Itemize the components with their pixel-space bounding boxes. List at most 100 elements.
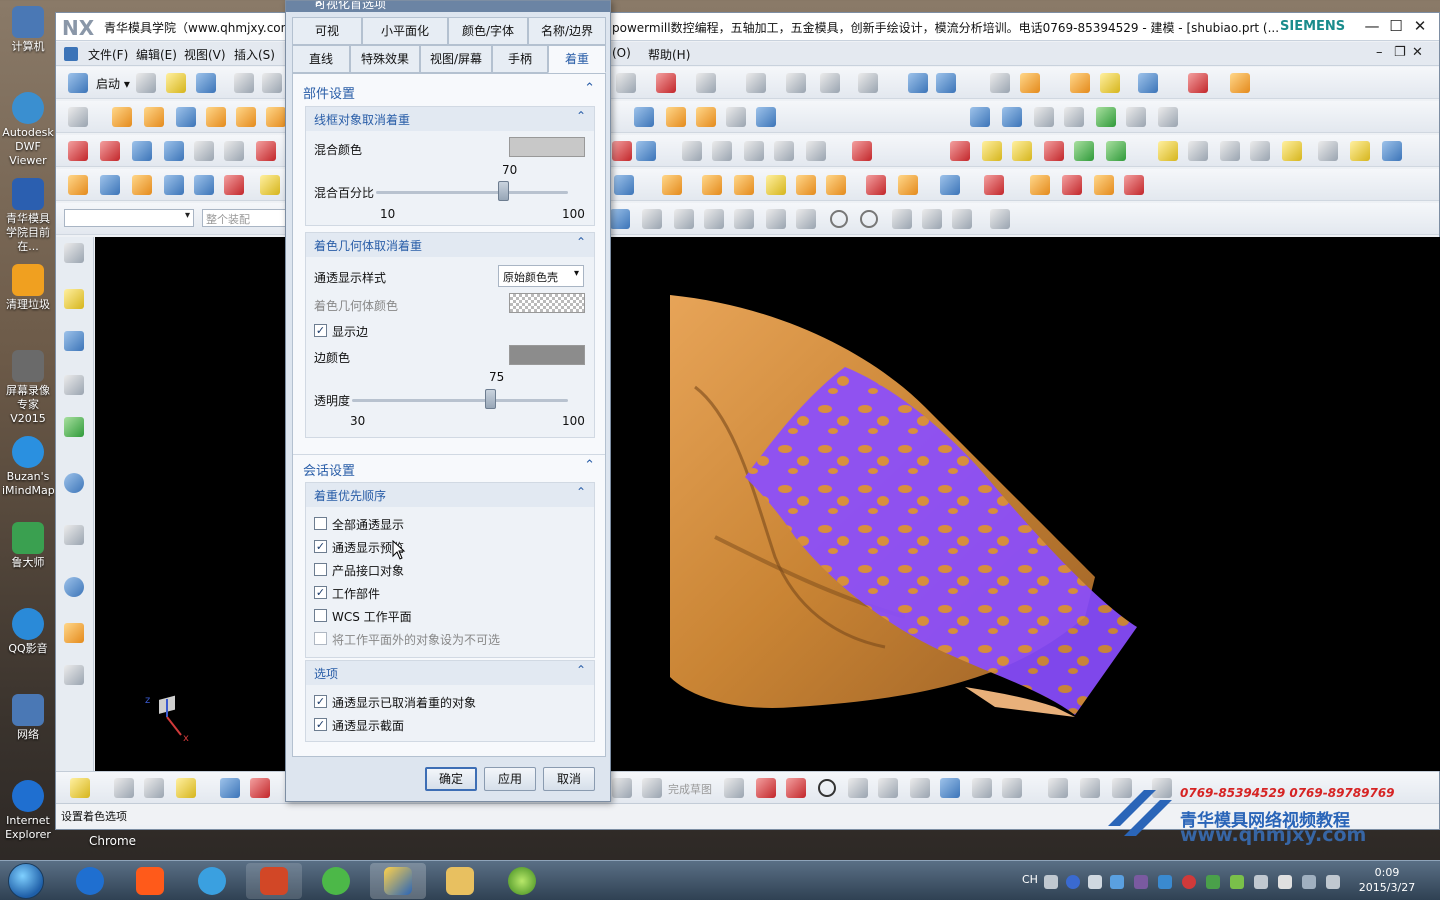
sketch-finish-icon[interactable] <box>612 778 632 798</box>
minimize-button[interactable]: — <box>1360 16 1384 36</box>
blend-percent-track[interactable] <box>376 191 568 194</box>
sketch-point-icon[interactable] <box>972 778 992 798</box>
sphere-icon[interactable] <box>266 107 286 127</box>
offset-curve-icon[interactable] <box>224 141 244 161</box>
tab-names-borders[interactable]: 名称/边界 <box>528 17 606 45</box>
red-box-icon[interactable] <box>950 141 970 161</box>
doc-minimize-button[interactable]: – <box>1376 45 1383 60</box>
sync-replace-icon[interactable] <box>164 175 184 195</box>
menu-tools[interactable]: (O) <box>612 46 631 60</box>
assembly-move-icon[interactable] <box>220 778 240 798</box>
desktop-icon-network[interactable]: 网络 <box>2 694 54 742</box>
snap-face-icon[interactable] <box>952 209 972 229</box>
clock[interactable]: 0:09 2015/3/27 <box>1356 865 1418 895</box>
exploded-view-icon[interactable] <box>984 175 1004 195</box>
keyboard-icon[interactable] <box>1044 875 1058 889</box>
tray-app-1-icon[interactable] <box>1110 875 1124 889</box>
process-studio-icon[interactable] <box>64 623 84 643</box>
bottle-icon[interactable] <box>1250 141 1270 161</box>
gear-pack-icon[interactable] <box>1158 141 1178 161</box>
snap-point-icon[interactable] <box>892 209 912 229</box>
snap-perp-icon[interactable] <box>796 209 816 229</box>
desktop-icon-dwf[interactable]: Autodesk DWF Viewer <box>2 92 54 168</box>
shaded-color-swatch[interactable] <box>509 293 585 313</box>
section-view-icon[interactable] <box>908 73 928 93</box>
task-player[interactable] <box>494 863 550 899</box>
sync-delete-icon[interactable] <box>224 175 244 195</box>
clip-plane-icon[interactable] <box>936 73 956 93</box>
snap-cube-icon[interactable] <box>610 209 630 229</box>
wcs-work-plane-checkbox[interactable] <box>314 609 327 622</box>
block-icon[interactable] <box>176 107 196 127</box>
text-icon[interactable] <box>194 141 214 161</box>
doc-restore-button[interactable]: ❐ <box>1394 45 1406 60</box>
ref-set-icon[interactable] <box>1094 175 1114 195</box>
assembly-add-icon[interactable] <box>176 778 196 798</box>
constraint-navigator-icon[interactable] <box>64 331 84 351</box>
roles-icon[interactable] <box>64 665 84 685</box>
task-powerpoint[interactable] <box>246 863 302 899</box>
dialog-title-bar[interactable]: 可视化首选项 ✕ <box>286 1 610 12</box>
sequence-icon[interactable] <box>1030 175 1050 195</box>
sketch-trim-icon[interactable] <box>1048 778 1068 798</box>
assembly-icon[interactable] <box>614 175 634 195</box>
patch-icon[interactable] <box>1158 107 1178 127</box>
speaker-icon[interactable] <box>1326 875 1340 889</box>
tab-emphasis[interactable]: 着重 <box>548 45 606 73</box>
mold-icon[interactable] <box>1220 141 1240 161</box>
draft-icon[interactable] <box>756 107 776 127</box>
fillet-curve-icon[interactable] <box>774 141 794 161</box>
zoom-fit-icon[interactable] <box>616 73 636 93</box>
sync-resize-icon[interactable] <box>194 175 214 195</box>
product-interface-checkbox[interactable] <box>314 563 327 576</box>
mirror-assembly-icon[interactable] <box>734 175 754 195</box>
tab-handles[interactable]: 手柄 <box>492 45 548 73</box>
open-file-icon[interactable] <box>166 73 186 93</box>
green-red-icon[interactable] <box>1074 141 1094 161</box>
tray-expand-icon[interactable] <box>1088 875 1102 889</box>
tools-icon[interactable] <box>1282 141 1302 161</box>
chamfer-curve-icon[interactable] <box>806 141 826 161</box>
snap-intersect-icon[interactable] <box>766 209 786 229</box>
arrow-icon[interactable] <box>1044 141 1064 161</box>
sketch-offset-icon[interactable] <box>1002 778 1022 798</box>
cylinder-icon[interactable] <box>206 107 226 127</box>
unselectable-outside-plane-checkbox[interactable] <box>314 632 327 645</box>
ruler-icon[interactable] <box>1230 73 1250 93</box>
ok-button[interactable]: 确定 <box>425 767 477 791</box>
dialog-close-button[interactable]: ✕ <box>314 1 604 9</box>
helix-icon[interactable] <box>132 141 152 161</box>
sketch-circle-icon[interactable] <box>818 779 836 797</box>
extrude-icon[interactable] <box>112 107 132 127</box>
desktop-icon-recorder[interactable]: 屏幕录像专家V2015 <box>2 350 54 426</box>
task-taobao[interactable] <box>122 863 178 899</box>
sketch-chamfer-icon[interactable] <box>878 778 898 798</box>
help-icon[interactable] <box>1066 875 1080 889</box>
task-360[interactable] <box>308 863 364 899</box>
assembly-scope-select[interactable]: 整个装配 <box>202 209 292 227</box>
tab-color-font[interactable]: 颜色/字体 <box>448 17 528 45</box>
task-browser[interactable] <box>184 863 240 899</box>
revolve-icon[interactable] <box>144 107 164 127</box>
zoom-window-icon[interactable] <box>656 73 676 93</box>
menu-view[interactable]: 视图(V) <box>184 46 226 63</box>
menu-help[interactable]: 帮助(H) <box>648 46 690 63</box>
reuse-library-icon[interactable] <box>64 417 84 437</box>
doc-close-button[interactable]: ✕ <box>1412 45 1423 60</box>
snap-mid-icon[interactable] <box>704 209 724 229</box>
through-curves-icon[interactable] <box>1002 107 1022 127</box>
chamfer-icon[interactable] <box>696 107 716 127</box>
snap-grid-icon[interactable] <box>642 209 662 229</box>
tab-faceting[interactable]: 小平面化 <box>362 17 448 45</box>
emphasis-priority-header[interactable]: 着重优先顺序 ⌃ <box>306 483 594 507</box>
show-edges-checkbox[interactable]: ✓ <box>314 324 327 337</box>
translucent-style-select[interactable]: 原始颜色壳 ▾ <box>498 265 584 287</box>
component-pattern-icon[interactable] <box>766 175 786 195</box>
tab-view-screen[interactable]: 视图/屏幕 <box>420 45 492 73</box>
measure-icon[interactable] <box>1100 73 1120 93</box>
wave-icon[interactable] <box>940 175 960 195</box>
surface-icon[interactable] <box>970 107 990 127</box>
network-tray-icon[interactable] <box>1302 875 1316 889</box>
part-navigator-icon[interactable] <box>64 375 84 395</box>
sync-offset-icon[interactable] <box>132 175 152 195</box>
